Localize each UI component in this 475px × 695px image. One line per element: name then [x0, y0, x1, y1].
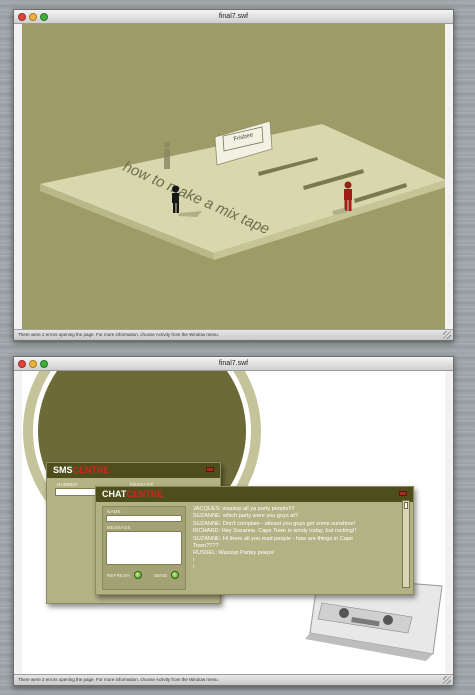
status-text: There were 2 errors opening the page. Fo…	[18, 332, 219, 337]
chat-message-field[interactable]	[106, 531, 182, 565]
chat-message-line: !	[193, 557, 195, 564]
chat-message-line: SUZANNE: Hi there all you mad people - h…	[193, 535, 354, 542]
chat-scrollbar[interactable]	[402, 500, 410, 588]
window-controls	[18, 360, 48, 368]
sms-title-suffix: CENTRE	[72, 465, 110, 475]
title-bar: final7.swf	[14, 357, 453, 371]
chat-title-suffix: CENTRE	[126, 489, 164, 499]
title-bar: final7.swf	[14, 10, 453, 24]
chat-centre-panel: CHATCENTRE NAME MESSAGE REFRESH SEND JAC…	[95, 486, 414, 595]
resize-grip-icon[interactable]	[443, 676, 451, 684]
sms-close-button[interactable]	[206, 467, 214, 472]
status-bar: There were 2 errors opening the page. Fo…	[14, 329, 453, 340]
chat-scroll-thumb[interactable]	[404, 502, 408, 509]
flash-stage: SMSCENTRE NUMBER MESSAGE CHATCENTRE NAME…	[22, 371, 445, 674]
chat-title-prefix: CHAT	[102, 489, 127, 499]
flash-stage: Frisbee how to make a mix tape	[22, 24, 445, 329]
zoom-window-icon[interactable]	[40, 360, 48, 368]
status-text: There were 2 errors opening the page. Fo…	[18, 677, 219, 682]
minimize-window-icon[interactable]	[29, 360, 37, 368]
send-button[interactable]	[171, 571, 179, 579]
chat-message-line: !	[193, 565, 195, 572]
resize-grip-icon[interactable]	[443, 331, 451, 339]
flash-window-bottom: final7.swf SMSCENTRE NUMBER MESSAGE CHAT…	[13, 356, 454, 686]
chat-close-button[interactable]	[399, 491, 407, 496]
sms-title-prefix: SMS	[53, 465, 73, 475]
chat-log: JACQUES: wassup all ya party people!!!! …	[193, 506, 396, 590]
chat-name-label: NAME	[107, 509, 121, 514]
zoom-window-icon[interactable]	[40, 13, 48, 21]
mixtape-scene: Frisbee how to make a mix tape	[40, 120, 445, 260]
window-controls	[18, 13, 48, 21]
refresh-button[interactable]	[134, 571, 142, 579]
close-window-icon[interactable]	[18, 13, 26, 21]
sms-number-label: NUMBER	[57, 482, 78, 487]
chat-panel-header: CHATCENTRE	[96, 487, 413, 502]
window-title: final7.swf	[218, 360, 249, 367]
chat-input-area: NAME MESSAGE REFRESH SEND	[102, 506, 186, 590]
window-title: final7.swf	[218, 13, 249, 20]
chat-message-line: SUZANNE: which party were you guys at?	[193, 513, 299, 520]
chat-message-line: RICHARD: Hey Suzanne, Cape Town is windy…	[193, 528, 357, 535]
close-window-icon[interactable]	[18, 360, 26, 368]
send-label: SEND	[154, 573, 168, 578]
chat-message-line: JACQUES: wassup all ya party people!!!!	[193, 506, 295, 512]
refresh-label: REFRESH	[107, 573, 130, 578]
chat-message-label: MESSAGE	[107, 525, 131, 530]
chat-message-line: Town????	[193, 543, 219, 550]
chat-message-line: RUSSEL: Wassup Partay peeps!	[193, 550, 275, 557]
status-bar: There were 2 errors opening the page. Fo…	[14, 674, 453, 685]
chat-name-field[interactable]	[106, 515, 182, 522]
ghost-figure	[164, 142, 170, 169]
chat-message-line: SUZANNE: Don't complain - atleast you gu…	[193, 520, 356, 527]
minimize-window-icon[interactable]	[29, 13, 37, 21]
flash-window-top: final7.swf Frisbee how to make a mix tap…	[13, 9, 454, 341]
sms-panel-header: SMSCENTRE	[47, 463, 220, 478]
